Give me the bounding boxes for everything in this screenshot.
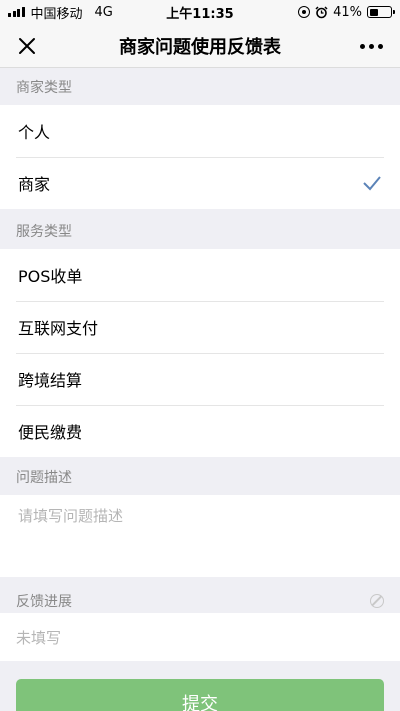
close-button[interactable]: [14, 33, 40, 59]
submit-button[interactable]: 提交: [16, 679, 384, 711]
option-internet-payment[interactable]: 互联网支付: [0, 301, 400, 353]
option-utility-payment[interactable]: 便民缴费: [0, 405, 400, 457]
option-label: 互联网支付: [18, 319, 99, 338]
network-type: 4G: [94, 4, 113, 20]
service-type-group: POS收单 互联网支付 跨境结算 便民缴费: [0, 249, 400, 457]
status-left: 中国移动 4G: [8, 3, 113, 22]
signal-strength-icon: [8, 7, 25, 17]
feedback-progress-label: 反馈进展: [16, 594, 72, 610]
close-icon: [19, 38, 35, 54]
service-type-label: 服务类型: [16, 224, 72, 240]
option-cross-border-settlement[interactable]: 跨境结算: [0, 353, 400, 405]
more-button[interactable]: [356, 33, 386, 59]
option-label: 跨境结算: [18, 371, 83, 390]
merchant-type-label: 商家类型: [16, 80, 72, 96]
merchant-type-group: 个人 商家: [0, 105, 400, 209]
option-label: 便民缴费: [18, 423, 83, 442]
option-label: 个人: [18, 123, 51, 142]
option-individual[interactable]: 个人: [0, 105, 400, 157]
page-title: 商家问题使用反馈表: [119, 36, 281, 58]
orientation-lock-icon: [298, 6, 311, 18]
issue-description-input[interactable]: [18, 505, 382, 575]
option-label: 商家: [18, 175, 51, 194]
option-merchant[interactable]: 商家: [0, 157, 400, 209]
carrier-name: 中国移动: [30, 6, 83, 22]
status-bar: 中国移动 4G 上午11:35 41%: [0, 0, 400, 24]
nav-bar: 商家问题使用反馈表: [0, 24, 400, 68]
feedback-progress-value: 未填写: [0, 613, 400, 661]
battery-level-fill: [369, 8, 378, 16]
option-label: POS收单: [18, 267, 83, 286]
option-pos-acquiring[interactable]: POS收单: [0, 249, 400, 301]
status-right: 41%: [298, 4, 395, 20]
checkmark-icon: [363, 176, 381, 191]
more-dots-icon: [359, 43, 365, 49]
alarm-icon: [315, 5, 328, 18]
battery-percent: 41%: [333, 4, 362, 20]
issue-description-label: 问题描述: [16, 470, 72, 486]
issue-description-box: [0, 495, 400, 577]
disabled-icon: [370, 594, 384, 608]
battery-icon: [367, 6, 395, 18]
